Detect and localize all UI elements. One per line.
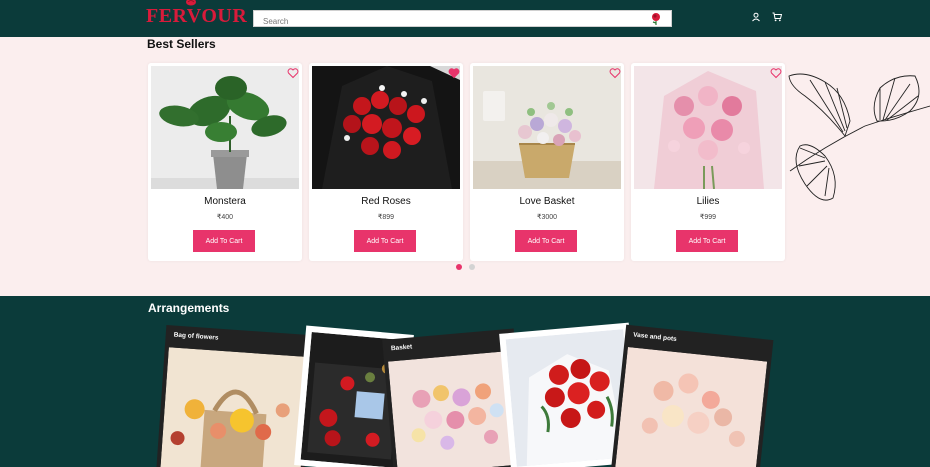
carousel-dot-2[interactable] [469,264,475,270]
vase-flowers-image [614,346,768,467]
rose-search-icon[interactable] [649,12,663,26]
product-price: ₹400 [216,214,234,221]
product-name: Lilies [696,196,720,207]
monstera-plant-image [151,66,299,189]
red-roses-bouquet-image [312,66,460,189]
product-image-lilies[interactable] [634,66,782,189]
arrangements-title: Arrangements [148,301,230,315]
top-navbar: FERVOUR [0,0,930,37]
brand-logo[interactable]: FERVOUR [146,0,248,28]
heart-icon[interactable] [609,67,621,79]
product-image-monstera[interactable] [151,66,299,189]
search-bar [253,10,672,29]
product-name: Red Roses [361,196,411,207]
rose-logo-icon [186,0,196,6]
product-image-red-roses[interactable] [312,66,460,189]
add-to-cart-button[interactable]: Add To Cart [354,230,416,252]
product-card-love-basket[interactable]: Love Basket ₹3000 Add To Cart [470,63,624,261]
arrangement-card-bag-of-flowers[interactable]: Bag of flowers [155,325,315,467]
arrangement-label: Basket [390,343,413,353]
product-price: ₹999 [699,214,717,221]
product-card-red-roses[interactable]: Red Roses ₹899 Add To Cart [309,63,463,261]
search-input[interactable] [254,14,634,29]
product-price: ₹3000 [536,214,558,221]
carousel-dot-1[interactable] [456,264,462,270]
product-card-lilies[interactable]: Lilies ₹999 Add To Cart [631,63,785,261]
heart-icon[interactable] [448,67,460,79]
heart-icon[interactable] [770,67,782,79]
arrangement-label: Bag of flowers [173,331,219,342]
product-name: Monstera [204,196,246,207]
arrangement-label: Vase and pots [632,331,678,344]
product-price: ₹899 [377,214,395,221]
product-name: Love Basket [519,196,575,207]
heart-icon[interactable] [287,67,299,79]
product-image-love-basket[interactable] [473,66,621,189]
product-card-monstera[interactable]: Monstera ₹400 Add To Cart [148,63,302,261]
add-to-cart-button[interactable]: Add To Cart [193,230,255,252]
flower-basket-image [473,66,621,189]
cart-icon[interactable] [772,12,782,22]
arrangements-section: Arrangements Bag of flowers Basket Vase … [0,296,930,467]
lilies-bouquet-image [634,66,782,189]
arrangement-card-vase-and-pots[interactable]: Vase and pots [610,324,774,467]
ginkgo-leaf-illustration [788,73,930,201]
best-sellers-title: Best Sellers [147,37,216,51]
brand-name: FERVOUR [146,5,248,27]
bag-of-flowers-image [160,347,309,467]
add-to-cart-button[interactable]: Add To Cart [515,230,577,252]
user-icon[interactable] [751,12,761,22]
add-to-cart-button[interactable]: Add To Cart [676,230,738,252]
